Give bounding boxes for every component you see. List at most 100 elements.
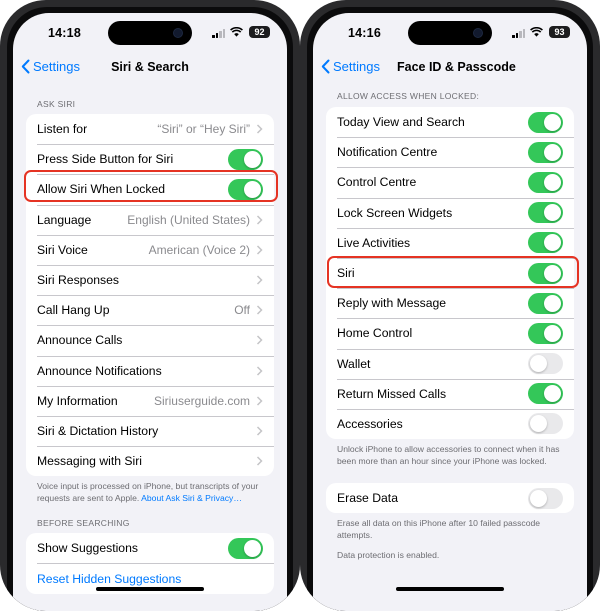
- accessories-row: Accessories: [326, 408, 574, 439]
- left-phone: 14:18 92 Settings Siri & Search ASK SIRI…: [0, 0, 300, 611]
- language-row[interactable]: Language English (United States): [26, 204, 274, 235]
- camera-icon: [473, 28, 483, 38]
- section-header-allow-access: ALLOW ACCESS WHEN LOCKED:: [337, 91, 480, 101]
- erase-data-footer: Erase all data on this iPhone after 10 f…: [337, 518, 541, 540]
- notification-centre-row: Notification Centre: [326, 137, 574, 167]
- chevron-right-icon: [256, 275, 263, 285]
- row-value: Off: [234, 303, 250, 318]
- show-suggestions-toggle[interactable]: [228, 537, 263, 559]
- live-activities-toggle[interactable]: [528, 232, 563, 254]
- call-hang-up-row[interactable]: Call Hang Up Off: [26, 295, 274, 325]
- row-label: Press Side Button for Siri: [37, 152, 174, 167]
- notification-centre-toggle[interactable]: [528, 141, 563, 163]
- battery-icon: 92: [249, 26, 270, 38]
- announce-notifications-row[interactable]: Announce Notifications: [26, 355, 274, 386]
- battery-icon: 93: [549, 26, 570, 38]
- row-value: American (Voice 2): [148, 242, 250, 257]
- home-control-toggle[interactable]: [528, 322, 563, 344]
- siri-responses-row[interactable]: Siri Responses: [26, 264, 274, 295]
- today-view-toggle[interactable]: [528, 111, 563, 133]
- row-label: Language: [37, 212, 92, 227]
- row-label: Lock Screen Widgets: [337, 205, 453, 220]
- ask-siri-footer: Voice input is processed on iPhone, but …: [13, 476, 287, 504]
- control-centre-row: Control Centre: [326, 167, 574, 197]
- section-header-ask-siri: ASK SIRI: [37, 99, 76, 109]
- row-label: Return Missed Calls: [337, 386, 447, 401]
- page-title: Face ID & Passcode: [397, 60, 516, 74]
- row-label: Announce Calls: [37, 333, 123, 348]
- siri-dictation-history-row[interactable]: Siri & Dictation History: [26, 415, 274, 446]
- status-time: 14:16: [348, 26, 381, 40]
- row-label: Accessories: [337, 416, 403, 431]
- erase-data-row: Erase Data: [326, 483, 574, 513]
- nav-bar: Settings Siri & Search: [13, 59, 287, 81]
- status-bar: 14:18 92: [13, 13, 287, 49]
- cellular-signal-icon: [512, 29, 525, 38]
- siri-voice-row[interactable]: Siri Voice American (Voice 2): [26, 234, 274, 265]
- row-value: English (United States): [127, 212, 250, 227]
- messaging-with-siri-row[interactable]: Messaging with Siri: [26, 446, 274, 476]
- camera-icon: [173, 28, 183, 38]
- highlight-box: [24, 170, 278, 202]
- about-ask-siri-link[interactable]: About Ask Siri & Privacy…: [141, 493, 242, 503]
- home-indicator: [96, 587, 204, 591]
- before-searching-group: Show Suggestions Reset Hidden Suggestion…: [26, 533, 274, 594]
- row-label: Call Hang Up: [37, 303, 110, 318]
- wifi-icon: [530, 27, 543, 37]
- nav-bar: Settings Face ID & Passcode: [313, 59, 587, 81]
- face-id-passcode-screen: 14:16 93 Settings Face ID & Passcode ALL…: [313, 13, 587, 611]
- highlight-box: [327, 256, 579, 288]
- status-time: 14:18: [48, 26, 81, 40]
- ask-siri-group: Listen for “Siri” or “Hey Siri” Press Si…: [26, 114, 274, 477]
- status-bar: 14:16 93: [313, 13, 587, 49]
- row-label: Announce Notifications: [37, 363, 162, 378]
- row-label: Live Activities: [337, 235, 411, 250]
- chevron-right-icon: [256, 245, 263, 255]
- reply-with-message-row: Reply with Message: [326, 288, 574, 318]
- reply-with-message-toggle[interactable]: [528, 292, 563, 314]
- chevron-right-icon: [256, 426, 263, 436]
- dynamic-island: [408, 21, 492, 45]
- row-label: My Information: [37, 393, 118, 408]
- wallet-toggle[interactable]: [528, 353, 563, 375]
- row-value: “Siri” or “Hey Siri”: [157, 122, 250, 137]
- row-label: Siri Responses: [37, 273, 119, 288]
- announce-calls-row[interactable]: Announce Calls: [26, 325, 274, 355]
- wifi-icon: [230, 27, 243, 37]
- lock-screen-widgets-toggle[interactable]: [528, 202, 563, 224]
- row-value: Siriuserguide.com: [153, 393, 250, 408]
- row-label: Control Centre: [337, 175, 417, 190]
- row-label: Reply with Message: [337, 296, 447, 311]
- chevron-right-icon: [256, 305, 263, 315]
- row-label: Siri Voice: [37, 242, 88, 257]
- today-view-row: Today View and Search: [326, 107, 574, 137]
- control-centre-toggle[interactable]: [528, 171, 563, 193]
- wallet-row: Wallet: [326, 348, 574, 379]
- row-label: Wallet: [337, 356, 371, 371]
- listen-for-row[interactable]: Listen for “Siri” or “Hey Siri”: [26, 114, 274, 144]
- data-protection-footer: Data protection is enabled.: [337, 550, 440, 561]
- erase-data-toggle[interactable]: [528, 487, 563, 509]
- row-label: Today View and Search: [337, 115, 465, 130]
- lock-screen-widgets-row: Lock Screen Widgets: [326, 197, 574, 228]
- return-missed-calls-toggle[interactable]: [528, 383, 563, 405]
- row-label: Listen for: [37, 122, 88, 137]
- home-indicator: [396, 587, 504, 591]
- row-label: Home Control: [337, 326, 413, 341]
- chevron-right-icon: [256, 396, 263, 406]
- chevron-right-icon: [256, 124, 263, 134]
- chevron-right-icon: [256, 335, 263, 345]
- row-label: Messaging with Siri: [37, 454, 142, 469]
- my-information-row[interactable]: My Information Siriuserguide.com: [26, 385, 274, 416]
- chevron-right-icon: [256, 366, 263, 376]
- row-label: Siri & Dictation History: [37, 423, 159, 438]
- show-suggestions-row: Show Suggestions: [26, 533, 274, 563]
- settings-content: ALLOW ACCESS WHEN LOCKED: Today View and…: [313, 91, 587, 611]
- dynamic-island: [108, 21, 192, 45]
- erase-data-group: Erase Data: [326, 483, 574, 514]
- live-activities-row: Live Activities: [326, 227, 574, 258]
- section-header-before-searching: BEFORE SEARCHING: [37, 518, 130, 529]
- siri-search-screen: 14:18 92 Settings Siri & Search ASK SIRI…: [13, 13, 287, 611]
- accessories-toggle[interactable]: [528, 413, 563, 435]
- press-side-button-toggle[interactable]: [228, 148, 263, 170]
